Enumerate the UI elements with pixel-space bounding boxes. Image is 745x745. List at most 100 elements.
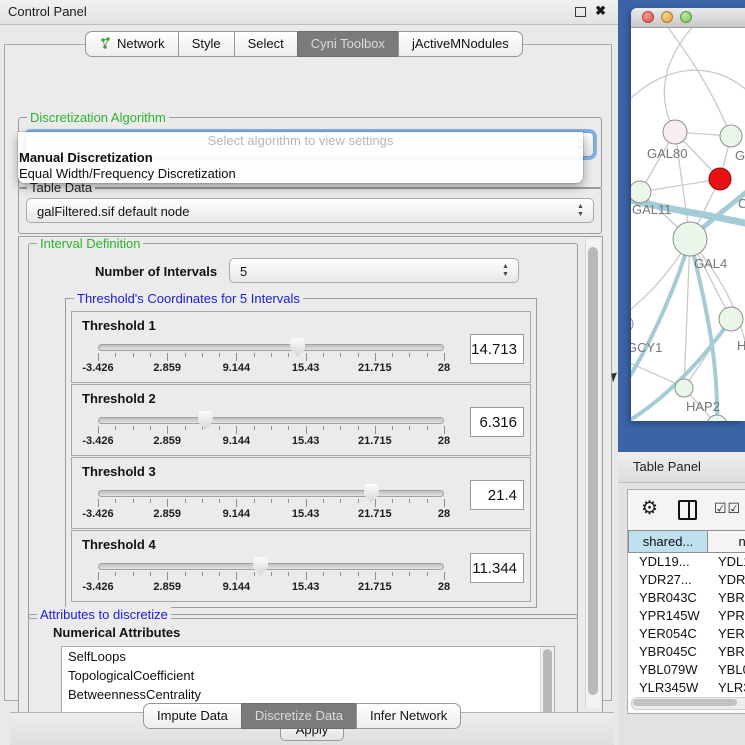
checkbox-icons[interactable]: ☑☑ <box>714 500 741 517</box>
tick-mark <box>133 499 134 503</box>
threshold-slider[interactable]: -3.4262.8599.14415.4321.71528 <box>98 557 444 597</box>
tick-label: 9.144 <box>223 435 251 447</box>
selected-red-node[interactable] <box>709 168 731 190</box>
slider-track[interactable] <box>98 417 444 424</box>
interval-definition-label: Interval Definition <box>37 236 143 251</box>
tick-label: 28 <box>438 508 450 520</box>
gal4-node[interactable] <box>673 222 707 256</box>
tab-network[interactable]: Network <box>85 31 179 57</box>
bottom-tab-strip: Impute DataDiscretize Data Infer Network <box>143 703 461 729</box>
cell-name: YBR0 <box>708 589 745 607</box>
panel-scrollbar[interactable] <box>585 239 600 708</box>
left-edge-node[interactable] <box>631 316 633 332</box>
tab-style[interactable]: Style <box>178 31 235 57</box>
table-row[interactable]: YDL19...YDL1 <box>628 553 745 571</box>
bottom-node[interactable] <box>707 415 727 421</box>
tick-mark <box>150 572 151 576</box>
column-header-name[interactable]: na <box>708 530 745 553</box>
scrollbar-thumb[interactable] <box>588 247 598 695</box>
algorithm-option-equal-width-frequency-discretization[interactable]: Equal Width/Frequency Discretization <box>18 166 583 182</box>
threshold-panel-2: Threshold 2-3.4262.8599.14415.4321.71528… <box>71 384 531 456</box>
tick-mark <box>236 572 237 580</box>
table-row[interactable]: YLR345WYLR3 <box>628 679 745 697</box>
tab-impute-data[interactable]: Impute Data <box>143 703 242 729</box>
table-row[interactable]: YBR045CYBR0 <box>628 643 745 661</box>
slider-thumb[interactable] <box>253 557 268 576</box>
tick-mark <box>392 426 393 430</box>
attribute-item-topologicalcoefficient[interactable]: TopologicalCoefficient <box>62 666 554 685</box>
float-window-icon[interactable] <box>575 7 586 17</box>
threshold-slider[interactable]: -3.4262.8599.14415.4321.71528 <box>98 484 444 524</box>
tick-mark <box>306 353 307 361</box>
h-node[interactable] <box>719 307 743 331</box>
threshold-panel-3: Threshold 3-3.4262.8599.14415.4321.71528… <box>71 457 531 529</box>
table-row[interactable]: YBL079WYBL0 <box>628 661 745 679</box>
table-data-combobox[interactable]: galFiltered.sif default node ▲▼ <box>26 198 594 223</box>
mac-zoom-button[interactable] <box>680 11 692 23</box>
tick-mark <box>340 426 341 430</box>
threshold-slider[interactable]: -3.4262.8599.14415.4321.71528 <box>98 338 444 378</box>
tab-jactivemnodules[interactable]: jActiveMNodules <box>398 31 523 57</box>
table-toolbar: ⚙ ☑☑ <box>628 490 745 531</box>
control-panel: Control Panel ✖ NetworkStyleSelectCyni T… <box>0 0 618 745</box>
table-row[interactable]: YER054CYER0 <box>628 625 745 643</box>
network-view-window[interactable]: GAL80G.GAL11CGAL4GCY1HHAP2 <box>631 8 745 421</box>
tick-mark <box>133 353 134 357</box>
tab-label: Infer Network <box>370 707 447 724</box>
threshold-value-field[interactable]: 11.344 <box>470 553 524 583</box>
slider-track[interactable] <box>98 563 444 570</box>
network-canvas[interactable]: GAL80G.GAL11CGAL4GCY1HHAP2 <box>631 28 745 421</box>
slider-track[interactable] <box>98 490 444 497</box>
control-panel-titlebar: Control Panel ✖ <box>0 0 618 25</box>
table-horizontal-scrollbar[interactable] <box>631 697 745 710</box>
slider-thumb[interactable] <box>198 411 213 430</box>
attribute-item-betweennesscentrality[interactable]: BetweennessCentrality <box>62 685 554 704</box>
mac-minimize-button[interactable] <box>661 11 673 23</box>
network-window-titlebar[interactable] <box>631 8 745 28</box>
tick-mark <box>375 499 376 507</box>
tick-mark <box>98 426 99 434</box>
threshold-slider[interactable]: -3.4262.8599.14415.4321.71528 <box>98 411 444 451</box>
algorithm-option-manual-discretization[interactable]: Manual Discretization <box>18 150 583 166</box>
scrollbar-thumb[interactable] <box>633 699 737 706</box>
mac-close-button[interactable] <box>642 11 654 23</box>
table-row[interactable]: YPR145WYPR1 <box>628 607 745 625</box>
tick-label: 2.859 <box>153 435 181 447</box>
cell-shared-name: YBR045C <box>628 643 708 661</box>
algorithm-popup-items: Manual DiscretizationEqual Width/Frequen… <box>18 150 583 182</box>
tick-mark <box>427 426 428 430</box>
slider-track[interactable] <box>98 344 444 351</box>
cell-name: YDR2 <box>708 571 745 589</box>
top-tab-strip: NetworkStyleSelectCyni ToolboxjActiveMNo… <box>85 31 523 57</box>
close-icon[interactable]: ✖ <box>595 3 606 19</box>
columns-icon[interactable] <box>678 500 697 520</box>
table-row[interactable]: YBR043CYBR0 <box>628 589 745 607</box>
top-right-node[interactable] <box>720 125 742 147</box>
node-label-gal80: GAL80 <box>647 146 687 161</box>
slider-thumb[interactable] <box>364 484 379 503</box>
column-header-shared-name[interactable]: shared... <box>628 530 708 553</box>
gal11-node[interactable] <box>631 181 651 203</box>
threshold-value-field[interactable]: 21.4 <box>470 480 524 510</box>
gal80-node[interactable] <box>663 120 687 144</box>
threshold-value-field[interactable]: 6.316 <box>470 407 524 437</box>
hap2-node[interactable] <box>675 379 693 397</box>
tab-infer-network[interactable]: Infer Network <box>356 703 461 729</box>
tab-select[interactable]: Select <box>234 31 298 57</box>
slider-thumb[interactable] <box>290 338 305 357</box>
tab-cyni-toolbox[interactable]: Cyni Toolbox <box>297 31 399 57</box>
threshold-value-field[interactable]: 14.713 <box>470 334 524 364</box>
tick-mark <box>375 353 376 361</box>
table-panel: ⚙ ☑☑ shared... na YDL19...YDL1YDR27...YD… <box>627 489 745 714</box>
attribute-item-selfloops[interactable]: SelfLoops <box>62 647 554 666</box>
tick-mark <box>115 426 116 430</box>
scrollbar-thumb[interactable] <box>543 649 552 713</box>
number-of-intervals-combobox[interactable]: 5 ▲▼ <box>229 258 519 283</box>
tab-discretize-data[interactable]: Discretize Data <box>241 703 357 729</box>
table-row[interactable]: YDR27...YDR2 <box>628 571 745 589</box>
attributes-scrollbar[interactable] <box>540 647 554 713</box>
tick-mark <box>288 353 289 357</box>
tick-mark <box>392 499 393 503</box>
gear-icon[interactable]: ⚙ <box>641 497 658 520</box>
network-icon <box>99 37 112 50</box>
